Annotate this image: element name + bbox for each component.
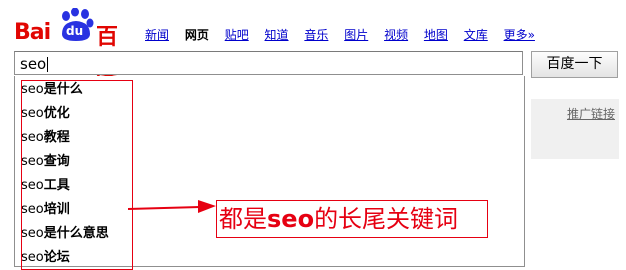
nav-item-tieba[interactable]: 贴吧 [225, 28, 249, 42]
baidu-logo[interactable]: Bai du 百度 [14, 6, 132, 82]
annotation-keyword: seo [267, 205, 315, 233]
logo-text-du: du [66, 24, 84, 38]
nav-item-zhidao[interactable]: 知道 [265, 28, 289, 42]
text-caret [47, 57, 49, 72]
annotation-suffix: 的长尾关键词 [314, 205, 459, 233]
annotation-arrow-icon [128, 200, 216, 213]
nav-item-video[interactable]: 视频 [384, 28, 408, 42]
nav-item-web: 网页 [184, 28, 209, 42]
annotation-prefix: 都是 [219, 205, 267, 233]
search-input[interactable]: seo [14, 51, 523, 75]
nav-item-map[interactable]: 地图 [424, 28, 448, 42]
logo-text-bai: Bai [14, 20, 51, 45]
nav-item-more[interactable]: 更多» [504, 28, 535, 42]
search-button[interactable]: 百度一下 [531, 51, 618, 78]
nav-item-wenku[interactable]: 文库 [464, 28, 488, 42]
ad-panel: 推广链接 [531, 99, 619, 159]
ad-link[interactable]: 推广链接 [567, 105, 615, 122]
suggestion-highlight-box [21, 80, 133, 270]
search-input-value: seo [20, 55, 47, 73]
nav-item-news[interactable]: 新闻 [145, 28, 169, 42]
nav-item-music[interactable]: 音乐 [304, 28, 328, 42]
nav-item-images[interactable]: 图片 [344, 28, 368, 42]
suggestion-dropdown: seo是什么 seo优化 seo教程 seo查询 seo工具 seo培训 seo… [14, 76, 525, 270]
annotation-note: 都是seo的长尾关键词 [216, 200, 488, 238]
top-nav: 新闻 网页 贴吧 知道 音乐 图片 视频 地图 文库 更多» [145, 26, 547, 43]
